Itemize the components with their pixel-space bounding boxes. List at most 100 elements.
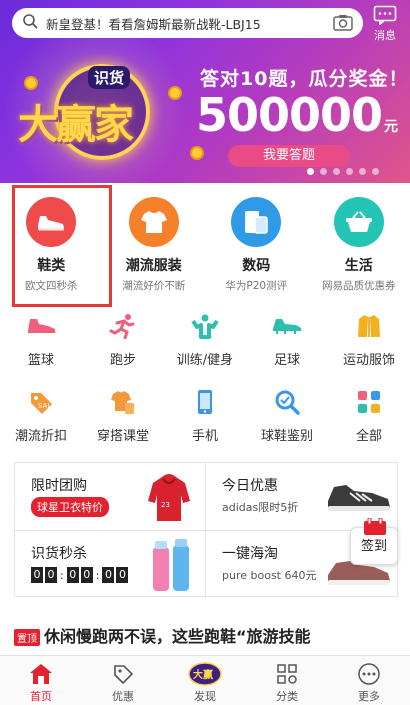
grid-item-mobile[interactable]: 手机 (164, 381, 246, 457)
grid-item-all[interactable]: 全部 (328, 381, 410, 457)
bottom-tab-bar: 首页 优惠 大赢 发现 分类 更多 (0, 655, 410, 705)
tab-label: 首页 (30, 690, 52, 703)
promo-tag: 球星卫衣特价 (31, 497, 109, 517)
grid-item-label: 跑步 (109, 353, 136, 368)
grid-item-fitness[interactable]: 训练/健身 (164, 305, 246, 381)
grid-item-discount[interactable]: SALE 潮流折扣 (0, 381, 82, 457)
coin-icon (24, 76, 38, 90)
outfit-icon (82, 389, 164, 415)
category-life[interactable]: 生活 网易品质优惠券 (308, 185, 410, 300)
tab-category[interactable]: 分类 (246, 656, 328, 705)
grid-item-label: 篮球 (27, 353, 54, 368)
answer-quiz-button[interactable]: 我要答题 (228, 145, 350, 167)
timer-digit: 0 (116, 567, 129, 583)
tab-label: 发现 (194, 690, 216, 703)
coupon-icon (82, 662, 164, 686)
prize-number: 500000 (196, 88, 383, 142)
coin-icon (168, 86, 182, 100)
category-name: 生活 (344, 258, 373, 274)
search-icon (22, 13, 38, 33)
carousel-dot[interactable] (372, 168, 379, 175)
category-sub: 欧文四秒杀 (25, 280, 78, 292)
tshirt-icon (128, 197, 179, 247)
carousel-dot[interactable] (346, 168, 353, 175)
coin-icon (190, 146, 204, 160)
carousel-dot[interactable] (320, 168, 327, 175)
checkin-button[interactable]: 签到 (350, 517, 398, 565)
timer-digit: 0 (45, 567, 57, 583)
football-boot-icon (246, 313, 328, 339)
svg-text:23: 23 (161, 501, 170, 509)
category-sub: 潮流好价不断 (122, 280, 186, 292)
pinned-badge: 置顶 (14, 629, 40, 646)
adidas-shoe-image (328, 485, 390, 511)
grid-item-label: 全部 (355, 429, 382, 444)
banner-headline: 答对10题，瓜分奖金！ (200, 68, 409, 90)
search-bar[interactable]: 新皇登基！看看詹姆斯最新战靴-LBJ15 (12, 8, 363, 38)
promo-banner[interactable]: 新皇登基！看看詹姆斯最新战靴-LBJ15 消息 识货 大赢家 答对10题，瓜分奖… (0, 0, 410, 183)
event-logo: 识货 大赢家 (18, 56, 204, 166)
svg-text:大赢: 大赢 (193, 668, 213, 681)
grid-item-label: 足球 (273, 353, 300, 368)
category-apparel[interactable]: 潮流服装 潮流好价不断 (103, 185, 206, 300)
sneaker-icon (26, 197, 77, 247)
grid-item-label: 潮流折扣 (14, 429, 67, 444)
carousel-dot[interactable] (307, 168, 314, 175)
basket-icon (333, 197, 384, 247)
carousel-dot[interactable] (359, 168, 366, 175)
promo-title: 一键海淘 (222, 546, 278, 562)
category-name: 数码 (242, 258, 271, 274)
grid-item-running[interactable]: 跑步 (82, 305, 164, 381)
category-sub: 华为P20测评 (225, 280, 288, 292)
carousel-dot[interactable] (333, 168, 340, 175)
search-input[interactable]: 新皇登基！看看詹姆斯最新战靴-LBJ15 (46, 14, 261, 33)
timer-digit: 0 (31, 567, 43, 583)
grid-item-sportswear[interactable]: 运动服饰 (328, 305, 410, 381)
phone-icon (231, 197, 282, 247)
prize-amount: 500000 元 (196, 88, 398, 142)
grid-item-outfit[interactable]: 穿搭课堂 (82, 381, 164, 457)
grid-item-label: 球鞋鉴别 (260, 429, 313, 444)
promo-group-buy[interactable]: 限时团购 球星卫衣特价 23 (15, 463, 205, 530)
basketball-shoe-icon (0, 313, 82, 339)
message-label: 消息 (374, 29, 396, 42)
category-sub: 网易品质优惠券 (322, 280, 396, 292)
promo-title: 识货秒杀 (31, 546, 87, 562)
category-icon (246, 662, 328, 686)
category-name: 潮流服装 (125, 258, 182, 274)
tab-discover[interactable]: 大赢 发现 (164, 656, 246, 705)
grid-item-authenticate[interactable]: 球鞋鉴别 (246, 381, 328, 457)
promo-sub: pure boost 640元 (222, 569, 317, 582)
grid-item-basketball[interactable]: 篮球 (0, 305, 82, 381)
camera-icon[interactable] (333, 14, 353, 35)
logo-title: 大赢家 (18, 102, 134, 148)
tag-icon: SALE (0, 389, 82, 415)
water-bottle-image (153, 539, 189, 591)
home-icon (0, 662, 82, 686)
tab-home[interactable]: 首页 (0, 656, 82, 705)
grid-item-football[interactable]: 足球 (246, 305, 328, 381)
tab-deals[interactable]: 优惠 (82, 656, 164, 705)
promo-cards: 限时团购 球星卫衣特价 23 今日优惠 adidas限时5折 识货秒杀 00:0… (14, 462, 399, 598)
calendar-icon (363, 514, 387, 552)
timer-digit: 0 (80, 567, 93, 583)
grid-row: 篮球 跑步 训练/健身 足球 运动服饰 (0, 305, 410, 381)
promo-flash-sale[interactable]: 识货秒杀 00:00:00 (15, 531, 205, 598)
tab-label: 更多 (358, 690, 380, 703)
runner-icon (82, 313, 164, 339)
tab-more[interactable]: 更多 (328, 656, 410, 705)
prize-unit: 元 (384, 119, 398, 135)
message-button[interactable]: 消息 (370, 5, 400, 43)
category-digital[interactable]: 数码 华为P20测评 (205, 185, 308, 300)
promo-sub: adidas限时5折 (222, 501, 299, 514)
main-categories: 鞋类 欧文四秒杀 潮流服装 潮流好价不断 数码 华为P20测评 生活 网易品质优… (0, 185, 410, 307)
sport-grid: 篮球 跑步 训练/健身 足球 运动服饰 SALE 潮流折扣 穿搭课堂 手机 球鞋… (0, 305, 410, 457)
category-shoes[interactable]: 鞋类 欧文四秒杀 (0, 185, 112, 307)
promo-title: 今日优惠 (222, 478, 278, 494)
grid-item-label: 运动服饰 (342, 353, 395, 368)
tab-label: 分类 (276, 690, 298, 703)
magnifier-icon (246, 389, 328, 415)
article-item[interactable]: 置顶 休闲慢跑两不误，这些跑鞋“旅游技能 (14, 626, 400, 656)
countdown-timer: 00:00:00 (31, 567, 129, 583)
grid-item-label: 手机 (191, 429, 218, 444)
